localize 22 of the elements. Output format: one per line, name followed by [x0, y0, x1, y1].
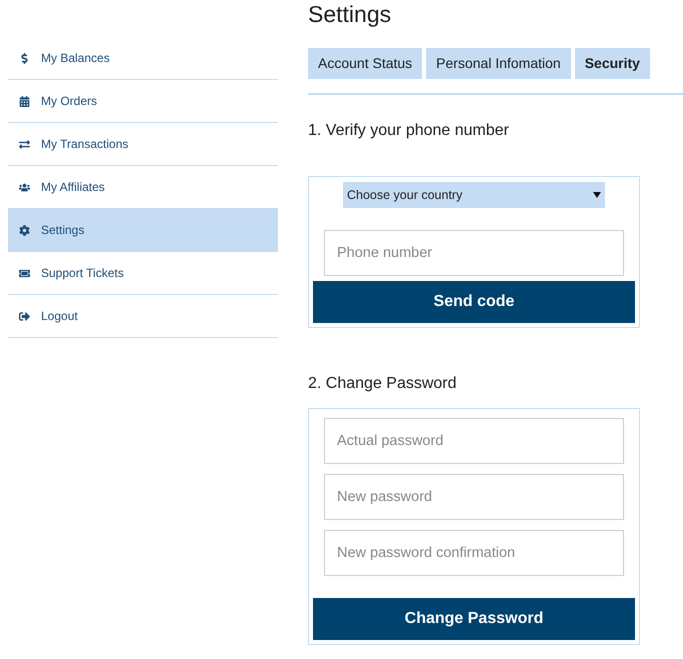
section-heading: 2. Change Password — [308, 374, 458, 394]
sidebar-item[interactable]: Settings — [8, 209, 278, 252]
page-title: Settings — [308, 0, 392, 28]
country-select[interactable]: Choose your country — [343, 182, 605, 208]
dollar-icon — [19, 52, 30, 64]
calendar-icon — [19, 96, 30, 106]
users-icon — [19, 182, 30, 192]
ticket-icon — [19, 268, 30, 278]
logout-icon — [19, 310, 30, 322]
send-code-button[interactable]: Send code — [313, 281, 635, 323]
section-heading: 1. Verify your phone number — [308, 121, 510, 141]
password-field[interactable]: Actual password — [324, 418, 624, 464]
caret-icon — [593, 192, 601, 198]
password-field[interactable]: New password — [324, 474, 624, 520]
tab[interactable]: Personal Infomation — [426, 48, 571, 79]
change-password-button[interactable]: Change Password — [313, 598, 635, 640]
phone-input-field[interactable]: Phone number — [324, 230, 624, 276]
tab[interactable]: Security — [574, 48, 650, 79]
settings-icon — [19, 224, 30, 236]
password-field[interactable]: New password confirmation — [324, 530, 624, 576]
arrows-icon — [19, 138, 30, 150]
tab[interactable]: Account Status — [308, 48, 422, 79]
